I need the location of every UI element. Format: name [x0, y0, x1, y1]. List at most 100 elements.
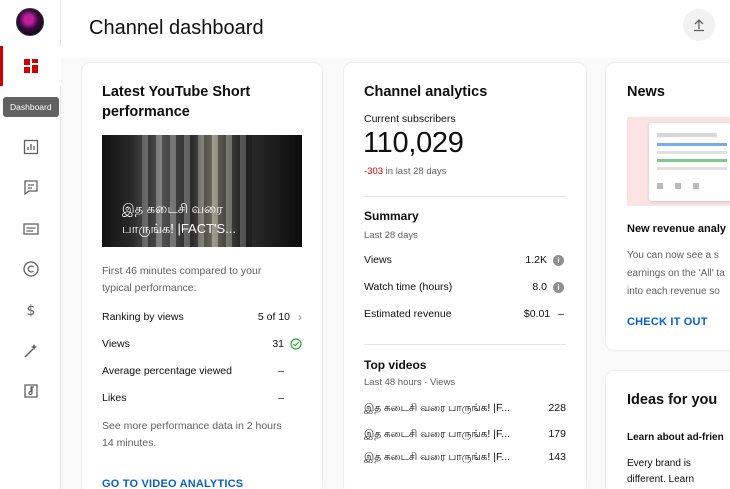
row-label: Watch time (hours): [364, 281, 453, 293]
video-views: 228: [548, 402, 566, 414]
ideas-body: Every brand is different. Learn: [627, 456, 694, 488]
card-title: News: [627, 84, 665, 100]
subtitles-icon: [22, 223, 39, 235]
video-views: 143: [548, 451, 566, 463]
card-title: Channel analytics: [364, 84, 488, 100]
subscribers-count: 110,029: [363, 127, 464, 159]
row-value: 8.0: [532, 281, 547, 293]
subscribers-change: -303 in last 28 days: [364, 166, 446, 177]
avg-value: –: [278, 365, 284, 377]
check-it-out-link[interactable]: CHECK IT OUT: [627, 316, 708, 328]
row-value: $0.01: [523, 308, 551, 320]
summary-watch-time-row: Watch time (hours) 8.0 i: [364, 277, 564, 297]
sidebar-item-earn[interactable]: $: [0, 290, 61, 330]
video-title: இத கடைசி வரை பாருங்க! |F...: [364, 401, 510, 414]
more-data-note: See more performance data in 2 hours 14 …: [102, 418, 282, 452]
likes-row: Likes –: [102, 388, 302, 408]
page-title: Channel dashboard: [89, 17, 264, 39]
row-value: 1.2K: [525, 254, 547, 266]
mockup-bar: [657, 143, 727, 146]
sidebar-item-subtitles[interactable]: [0, 209, 61, 249]
row-label: Estimated revenue: [364, 308, 452, 320]
ideas-subtitle: Learn about ad-frien: [627, 432, 724, 443]
mockup-bar: [657, 133, 717, 137]
dashboard-tooltip: Dashboard: [3, 97, 59, 117]
chevron-right-icon: ›: [298, 310, 302, 324]
check-circle-icon: [290, 338, 302, 350]
caption-line: இத கடைசி வரை: [122, 201, 223, 216]
ideas-card: Ideas for you Learn about ad-frien Every…: [606, 371, 730, 489]
info-icon[interactable]: i: [553, 281, 564, 293]
top-videos-title: Top videos: [364, 358, 427, 372]
note-line: See more performance data in 2 hours: [102, 420, 282, 432]
mockup-bar: [657, 159, 727, 162]
mockup-dot: [657, 183, 663, 189]
thumbnail-caption: இத கடைசி வரை பாருங்க! |FACT'S...: [122, 199, 292, 239]
sidebar: Dashboard $: [0, 0, 61, 489]
channel-analytics-card: Channel analytics Current subscribers 11…: [344, 63, 586, 489]
go-to-video-analytics-link[interactable]: GO TO VIDEO ANALYTICS: [102, 478, 243, 489]
views-value: 31: [272, 338, 284, 350]
channel-avatar[interactable]: [16, 8, 44, 36]
body-line: different. Learn: [627, 474, 695, 485]
top-video-row[interactable]: இத கடைசி வரை பாருங்க! |F... 179: [364, 424, 566, 444]
likes-label: Likes: [102, 392, 127, 404]
latest-short-card: Latest YouTube Short performance இத கடைச…: [82, 63, 322, 489]
analytics-icon: [23, 139, 38, 155]
upload-button[interactable]: [683, 9, 715, 41]
customization-icon: [23, 344, 37, 358]
copyright-icon: [22, 261, 39, 277]
top-video-row[interactable]: இத கடைசி வரை பாருங்க! |F... 228: [364, 398, 566, 418]
sidebar-item-audio-library[interactable]: [0, 371, 61, 411]
change-value: -303: [364, 166, 384, 177]
short-thumbnail[interactable]: இத கடைசி வரை பாருங்க! |FACT'S...: [102, 135, 302, 247]
dashboard-icon: [23, 59, 38, 73]
row-label: Views: [364, 254, 392, 266]
summary-views-row: Views 1.2K i: [364, 250, 564, 270]
video-title: இத கடைசி வரை பாருங்க! |F...: [364, 427, 510, 440]
top-video-row[interactable]: இத கடைசி வரை பாருங்க! |F... 143: [364, 447, 566, 467]
news-image-mockup: [649, 123, 730, 201]
video-views: 179: [548, 428, 566, 440]
news-body: You can now see a s earnings on the 'All…: [627, 247, 725, 301]
info-icon[interactable]: i: [553, 254, 564, 266]
body-line: earnings on the 'All' ta: [627, 268, 725, 279]
views-row: Views 31: [102, 334, 302, 354]
body-line: Every brand is: [627, 458, 691, 469]
title-line: Latest YouTube Short: [102, 84, 251, 100]
earn-icon: $: [26, 303, 35, 319]
card-title: Ideas for you: [627, 392, 718, 408]
news-image[interactable]: [627, 117, 730, 206]
summary-period: Last 28 days: [364, 230, 418, 241]
mockup-bar: [657, 151, 727, 154]
change-suffix: in last 28 days: [383, 166, 447, 177]
mockup-dot: [693, 183, 699, 189]
caption-line: பாருங்க! |FACT'S...: [122, 221, 237, 236]
sidebar-item-analytics[interactable]: [0, 127, 61, 167]
row-extra: –: [558, 308, 564, 320]
news-card: News New revenue analy You can now see a…: [606, 63, 730, 350]
mockup-dot: [675, 183, 681, 189]
sidebar-item-copyright[interactable]: [0, 249, 61, 289]
card-title: Latest YouTube Short performance: [102, 82, 250, 122]
note-line: First 46 minutes compared to your: [102, 265, 262, 277]
svg-text:$: $: [26, 303, 35, 319]
note-line: 14 minutes.: [102, 437, 157, 449]
sidebar-item-dashboard[interactable]: [0, 46, 61, 86]
top-bar: Channel dashboard: [61, 0, 730, 58]
body-line: into each revenue so: [627, 286, 720, 297]
avg-viewed-row: Average percentage viewed –: [102, 361, 302, 381]
ranking-row[interactable]: Ranking by views 5 of 10 ›: [102, 307, 302, 327]
sidebar-item-customization[interactable]: [0, 331, 61, 371]
divider: [364, 196, 566, 197]
likes-value: –: [278, 392, 284, 404]
news-headline: New revenue analy: [627, 223, 727, 235]
body-line: You can now see a s: [627, 250, 719, 261]
upload-icon: [694, 19, 704, 32]
video-title: இத கடைசி வரை பாருங்க! |F...: [364, 450, 510, 463]
views-label: Views: [102, 338, 130, 350]
ranking-label: Ranking by views: [102, 311, 184, 323]
divider: [364, 344, 566, 345]
avg-label: Average percentage viewed: [102, 365, 232, 377]
sidebar-item-comments[interactable]: [0, 167, 61, 207]
